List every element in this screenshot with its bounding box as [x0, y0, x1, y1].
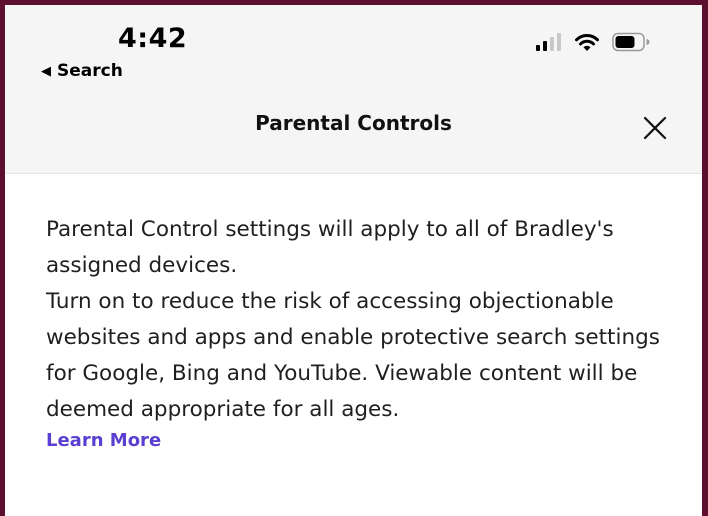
back-to-search-button[interactable]: ◀ Search — [41, 61, 123, 81]
status-icons — [536, 32, 650, 56]
status-time: 4:42 — [118, 23, 188, 54]
page-title: Parental Controls — [255, 111, 452, 135]
back-search-label: Search — [57, 61, 123, 81]
app-frame: 4:42 ◀ Search Parental Controls Parental… — [0, 0, 708, 516]
cellular-signal-icon — [536, 33, 562, 55]
close-icon — [643, 116, 667, 140]
description-paragraph-2: Turn on to reduce the risk of accessing … — [46, 289, 660, 422]
parental-controls-description: Parental Control settings will apply to … — [46, 212, 686, 451]
back-triangle-icon: ◀ — [41, 63, 51, 79]
wifi-icon — [574, 32, 600, 56]
description-paragraph-1: Parental Control settings will apply to … — [46, 217, 614, 278]
close-button[interactable] — [640, 113, 670, 143]
status-bar: 4:42 ◀ Search — [5, 5, 702, 97]
learn-more-link[interactable]: Learn More — [46, 430, 161, 451]
battery-icon — [612, 32, 650, 56]
modal-header: Parental Controls — [5, 97, 702, 174]
